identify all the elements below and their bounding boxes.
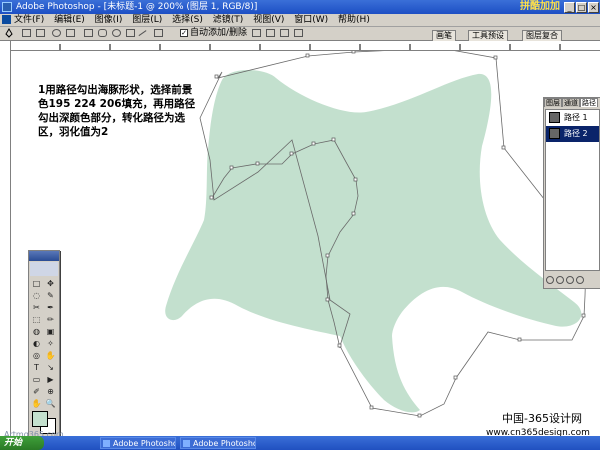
menu-file[interactable]: 文件(F) (14, 15, 44, 25)
paths-mode-icon[interactable] (36, 29, 45, 37)
minimize-button[interactable]: _ (564, 2, 575, 13)
marquee-tool-icon[interactable]: □ (31, 278, 42, 289)
paths-panel-footer (545, 275, 600, 287)
foreground-color-swatch[interactable] (32, 411, 48, 427)
fill-path-icon[interactable] (546, 276, 554, 284)
path-thumbnail-icon (549, 112, 560, 123)
menu-edit[interactable]: 编辑(E) (54, 15, 85, 25)
photoshop-menu-icon[interactable] (2, 15, 11, 24)
tutorial-note: 1用路径勾出海豚形状，选择前景色195 224 206填充，再用路径勾出深颜色部… (38, 84, 196, 138)
menu-window[interactable]: 窗口(W) (294, 15, 328, 25)
path-add-icon[interactable] (252, 29, 261, 37)
pen-icon[interactable] (52, 29, 61, 37)
menu-bar: 文件(F) 编辑(E) 图像(I) 图层(L) 选择(S) 滤镜(T) 视图(V… (0, 14, 600, 27)
tab-layers[interactable]: 图层 (544, 98, 562, 107)
autoadd-checkbox[interactable]: ✓ (180, 29, 188, 37)
stamp-tool-icon[interactable]: ◍ (31, 326, 42, 337)
notes-tool-icon[interactable]: ✐ (31, 386, 42, 397)
menu-image[interactable]: 图像(I) (95, 15, 123, 25)
menu-view[interactable]: 视图(V) (253, 15, 284, 25)
photoshop-app-icon (2, 2, 12, 12)
window-controls: _ □ × (563, 1, 599, 15)
path-item-label: 路径 2 (564, 129, 588, 138)
eraser-tool-icon[interactable]: ◐ (31, 338, 42, 349)
dolphin-shape (165, 70, 582, 413)
new-path-icon[interactable] (576, 276, 584, 284)
gradient-tool-icon[interactable]: ✧ (45, 338, 56, 349)
polygon-icon[interactable] (126, 29, 135, 37)
menu-layer[interactable]: 图层(L) (132, 15, 162, 25)
dodge-tool-icon[interactable]: ◎ (31, 350, 42, 361)
menu-filter[interactable]: 滤镜(T) (213, 15, 244, 25)
healing-tool-icon[interactable]: ⬚ (31, 314, 42, 325)
tab-channels[interactable]: 通道 (562, 98, 580, 107)
brush-tool-icon[interactable]: ✏ (45, 314, 56, 325)
magic-wand-tool-icon[interactable]: ✎ (45, 290, 56, 301)
zoom-tool-icon[interactable]: 🔍 (45, 398, 56, 409)
pen-tool-icon[interactable] (4, 28, 14, 38)
type-tool-icon[interactable]: T (31, 362, 42, 373)
taskbar-item[interactable]: Adobe Photoshop ... (180, 437, 256, 449)
crop-tool-icon[interactable]: ✂ (31, 302, 42, 313)
load-as-selection-icon[interactable] (566, 276, 574, 284)
path-item-label: 路径 1 (564, 113, 588, 122)
taskbar: 开始 Adobe Photoshop ... Adobe Photoshop .… (0, 436, 600, 450)
horizontal-ruler (10, 41, 600, 51)
tab-paths[interactable]: 路径 (580, 98, 598, 107)
toolbox-titlebar[interactable] (29, 251, 59, 261)
stroke-path-icon[interactable] (556, 276, 564, 284)
start-button[interactable]: 开始 (0, 436, 44, 450)
site-name: 中国-365设计网 (502, 412, 582, 425)
shape-layers-icon[interactable] (22, 29, 31, 37)
path-subtract-icon[interactable] (266, 29, 275, 37)
close-button[interactable]: × (588, 2, 599, 13)
toolbox: □ ✥ ◌ ✎ ✂ ✒ ⬚ ✏ ◍ ▣ ◐ ✧ ◎ ✋ T ↘ ▭ ▶ ✐ ⊕ … (28, 250, 60, 437)
rounded-rectangle-icon[interactable] (98, 29, 107, 37)
move-tool-icon[interactable]: ✥ (45, 278, 56, 289)
custom-shape-icon[interactable] (154, 29, 163, 37)
freeform-pen-icon[interactable] (66, 29, 75, 37)
autoadd-label: 自动添加/删除 (190, 28, 248, 38)
tab-layer-comps[interactable]: 图层复合 (522, 30, 562, 41)
eyedropper-tool-icon[interactable]: ⊕ (45, 386, 56, 397)
paths-panel: 图层 通道 路径 路径 1 路径 2 (543, 97, 600, 289)
path-item-1[interactable]: 路径 1 (546, 110, 599, 126)
paths-panel-tabs: 图层 通道 路径 (544, 98, 600, 108)
menu-help[interactable]: 帮助(H) (338, 15, 370, 25)
window-title: Adobe Photoshop - [未标题-1 @ 200% (图层 1, R… (16, 2, 258, 12)
maximize-button[interactable]: □ (576, 2, 587, 13)
pen-tool-icon[interactable]: ▶ (45, 374, 56, 385)
toolbox-feather-icon (30, 262, 58, 276)
path-item-2[interactable]: 路径 2 (546, 126, 599, 142)
path-exclude-icon[interactable] (294, 29, 303, 37)
tab-brushes[interactable]: 画笔 (432, 30, 456, 41)
brand-logo: 拼酷加加 (520, 1, 560, 12)
path-thumbnail-icon (549, 128, 560, 139)
options-bar: ✓ 自动添加/删除 (0, 27, 600, 42)
vertical-ruler (0, 41, 11, 436)
sharpen-tool-icon[interactable]: ✋ (45, 350, 56, 361)
hand-tool-icon[interactable]: ✋ (31, 398, 42, 409)
ruler-ticks (59, 44, 561, 50)
history-brush-tool-icon[interactable]: ▣ (45, 326, 56, 337)
rectangle-icon[interactable] (84, 29, 93, 37)
paths-list: 路径 1 路径 2 (545, 109, 600, 271)
path-intersect-icon[interactable] (280, 29, 289, 37)
menu-select[interactable]: 选择(S) (172, 15, 203, 25)
tab-tool-presets[interactable]: 工具预设 (468, 30, 508, 41)
tool-grid: □ ✥ ◌ ✎ ✂ ✒ ⬚ ✏ ◍ ▣ ◐ ✧ ◎ ✋ T ↘ ▭ ▶ ✐ ⊕ … (29, 277, 59, 410)
lasso-tool-icon[interactable]: ◌ (31, 290, 42, 301)
path-selection-tool-icon[interactable]: ↘ (45, 362, 56, 373)
slice-tool-icon[interactable]: ✒ (45, 302, 56, 313)
taskbar-item[interactable]: Adobe Photoshop ... (100, 437, 176, 449)
title-bar: Adobe Photoshop - [未标题-1 @ 200% (图层 1, R… (0, 0, 600, 14)
ellipse-icon[interactable] (112, 29, 121, 37)
shape-tool-icon[interactable]: ▭ (31, 374, 42, 385)
